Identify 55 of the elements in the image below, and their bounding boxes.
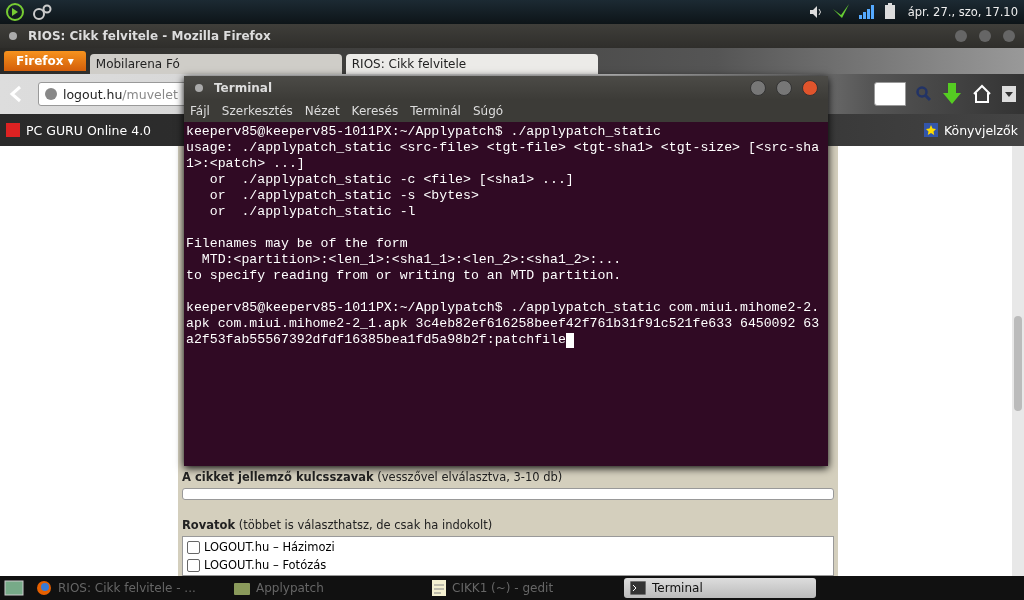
close-button[interactable] [802, 80, 818, 96]
browser-tab[interactable]: RIOS: Cikk felvitele [345, 54, 598, 74]
home-icon[interactable] [972, 84, 992, 104]
menu-item[interactable]: Keresés [351, 104, 399, 118]
window-menu-icon[interactable] [8, 31, 18, 41]
terminal-line: to specify reading from or writing to an MTD partition. [186, 268, 622, 284]
gears-icon[interactable] [32, 3, 52, 21]
terminal-line: or ./applypatch_static -c <file> [<sha1> ...] [208, 172, 574, 188]
scrollbar[interactable] [1012, 146, 1024, 576]
bookmark-favicon-icon [6, 123, 20, 137]
folder-icon [234, 581, 250, 595]
clock[interactable]: ápr. 27., szo, 17.10 [907, 5, 1018, 19]
browser-icon [36, 580, 52, 596]
volume-icon[interactable] [807, 4, 824, 20]
menu-item[interactable]: Súgó [472, 104, 504, 118]
menu-item[interactable]: Fájl [190, 104, 210, 118]
menu-item[interactable]: Szerkesztés [221, 104, 293, 118]
bookmarks-menu[interactable]: Könyvjelzők [943, 122, 1018, 138]
bookmark-link[interactable]: PC GURU Online 4.0 [26, 122, 152, 138]
terminal-line: Filenames may be of the form [186, 236, 408, 252]
star-icon[interactable] [923, 123, 938, 137]
terminal-line: keeperv85@keeperv85-1011PX:~/Applypatch$ ./applypatch_static com.miui.mihome2-2. [186, 300, 820, 316]
menu-item[interactable]: Nézet [304, 104, 340, 118]
terminal-icon [630, 581, 646, 595]
terminal-line: MTD:<partition>:<len_1>:<sha1_1>:<len_2>:<sha1_2>:... [200, 252, 622, 268]
checkbox[interactable] [187, 540, 200, 554]
window-title: Terminal [214, 81, 273, 95]
terminal-line: a2f53fab55567392dfdf16385bea1fd5a98b2f:patchfile [186, 332, 566, 348]
terminal-line: or ./applypatch_static -l [208, 204, 416, 220]
window-title: RIOS: Cikk felvitele - Mozilla Firefox [28, 29, 271, 43]
download-icon[interactable] [942, 83, 962, 105]
checkbox[interactable] [187, 558, 200, 572]
browser-tab[interactable]: Mobilarena Fó [89, 54, 342, 74]
maximize-button[interactable] [776, 80, 792, 96]
search-field[interactable] [874, 82, 906, 106]
desktop-icon[interactable] [4, 578, 24, 598]
terminal-line: usage: ./applypatch_static <src-file> <tgt-file> <tgt-sha1> <tgt-size> [<src-sha [186, 140, 820, 156]
checkbox-label[interactable]: LOGOUT.hu – Fotózás [204, 558, 327, 572]
notepad-icon [432, 580, 446, 596]
window-menu-icon[interactable] [194, 83, 204, 93]
app-launcher-icon[interactable] [6, 3, 24, 21]
keywords-label: A cikket jellemző kulcsszavak (vesszővel elválasztva, 3-10 db) [182, 470, 564, 484]
globe-icon [44, 87, 58, 101]
terminal-line: or ./applypatch_static -s <bytes> [208, 188, 479, 204]
signal-icon[interactable] [857, 4, 874, 20]
sections-label: Rovatok (többet is választhatsz, de csak ha indokolt) [182, 518, 494, 532]
terminal-line: keeperv85@keeperv85-1011PX:~/Applypatch$ ./applypatch_static [186, 124, 661, 140]
text-cursor [565, 332, 574, 348]
menu-item[interactable]: Terminál [410, 104, 461, 118]
terminal-line: 1>:<patch> ...] [186, 156, 305, 172]
checkbox-label[interactable]: LOGOUT.hu – Házimozi [204, 540, 335, 554]
keywords-field[interactable] [182, 488, 834, 500]
minimize-button[interactable] [750, 80, 766, 96]
terminal-line: apk com.miui.mihome2-2_1.apk 3c4eb82ef616258beef42f761b31f91c521fe633 6450092 63 [186, 316, 820, 332]
taskbar-item[interactable]: Terminal [624, 578, 816, 598]
